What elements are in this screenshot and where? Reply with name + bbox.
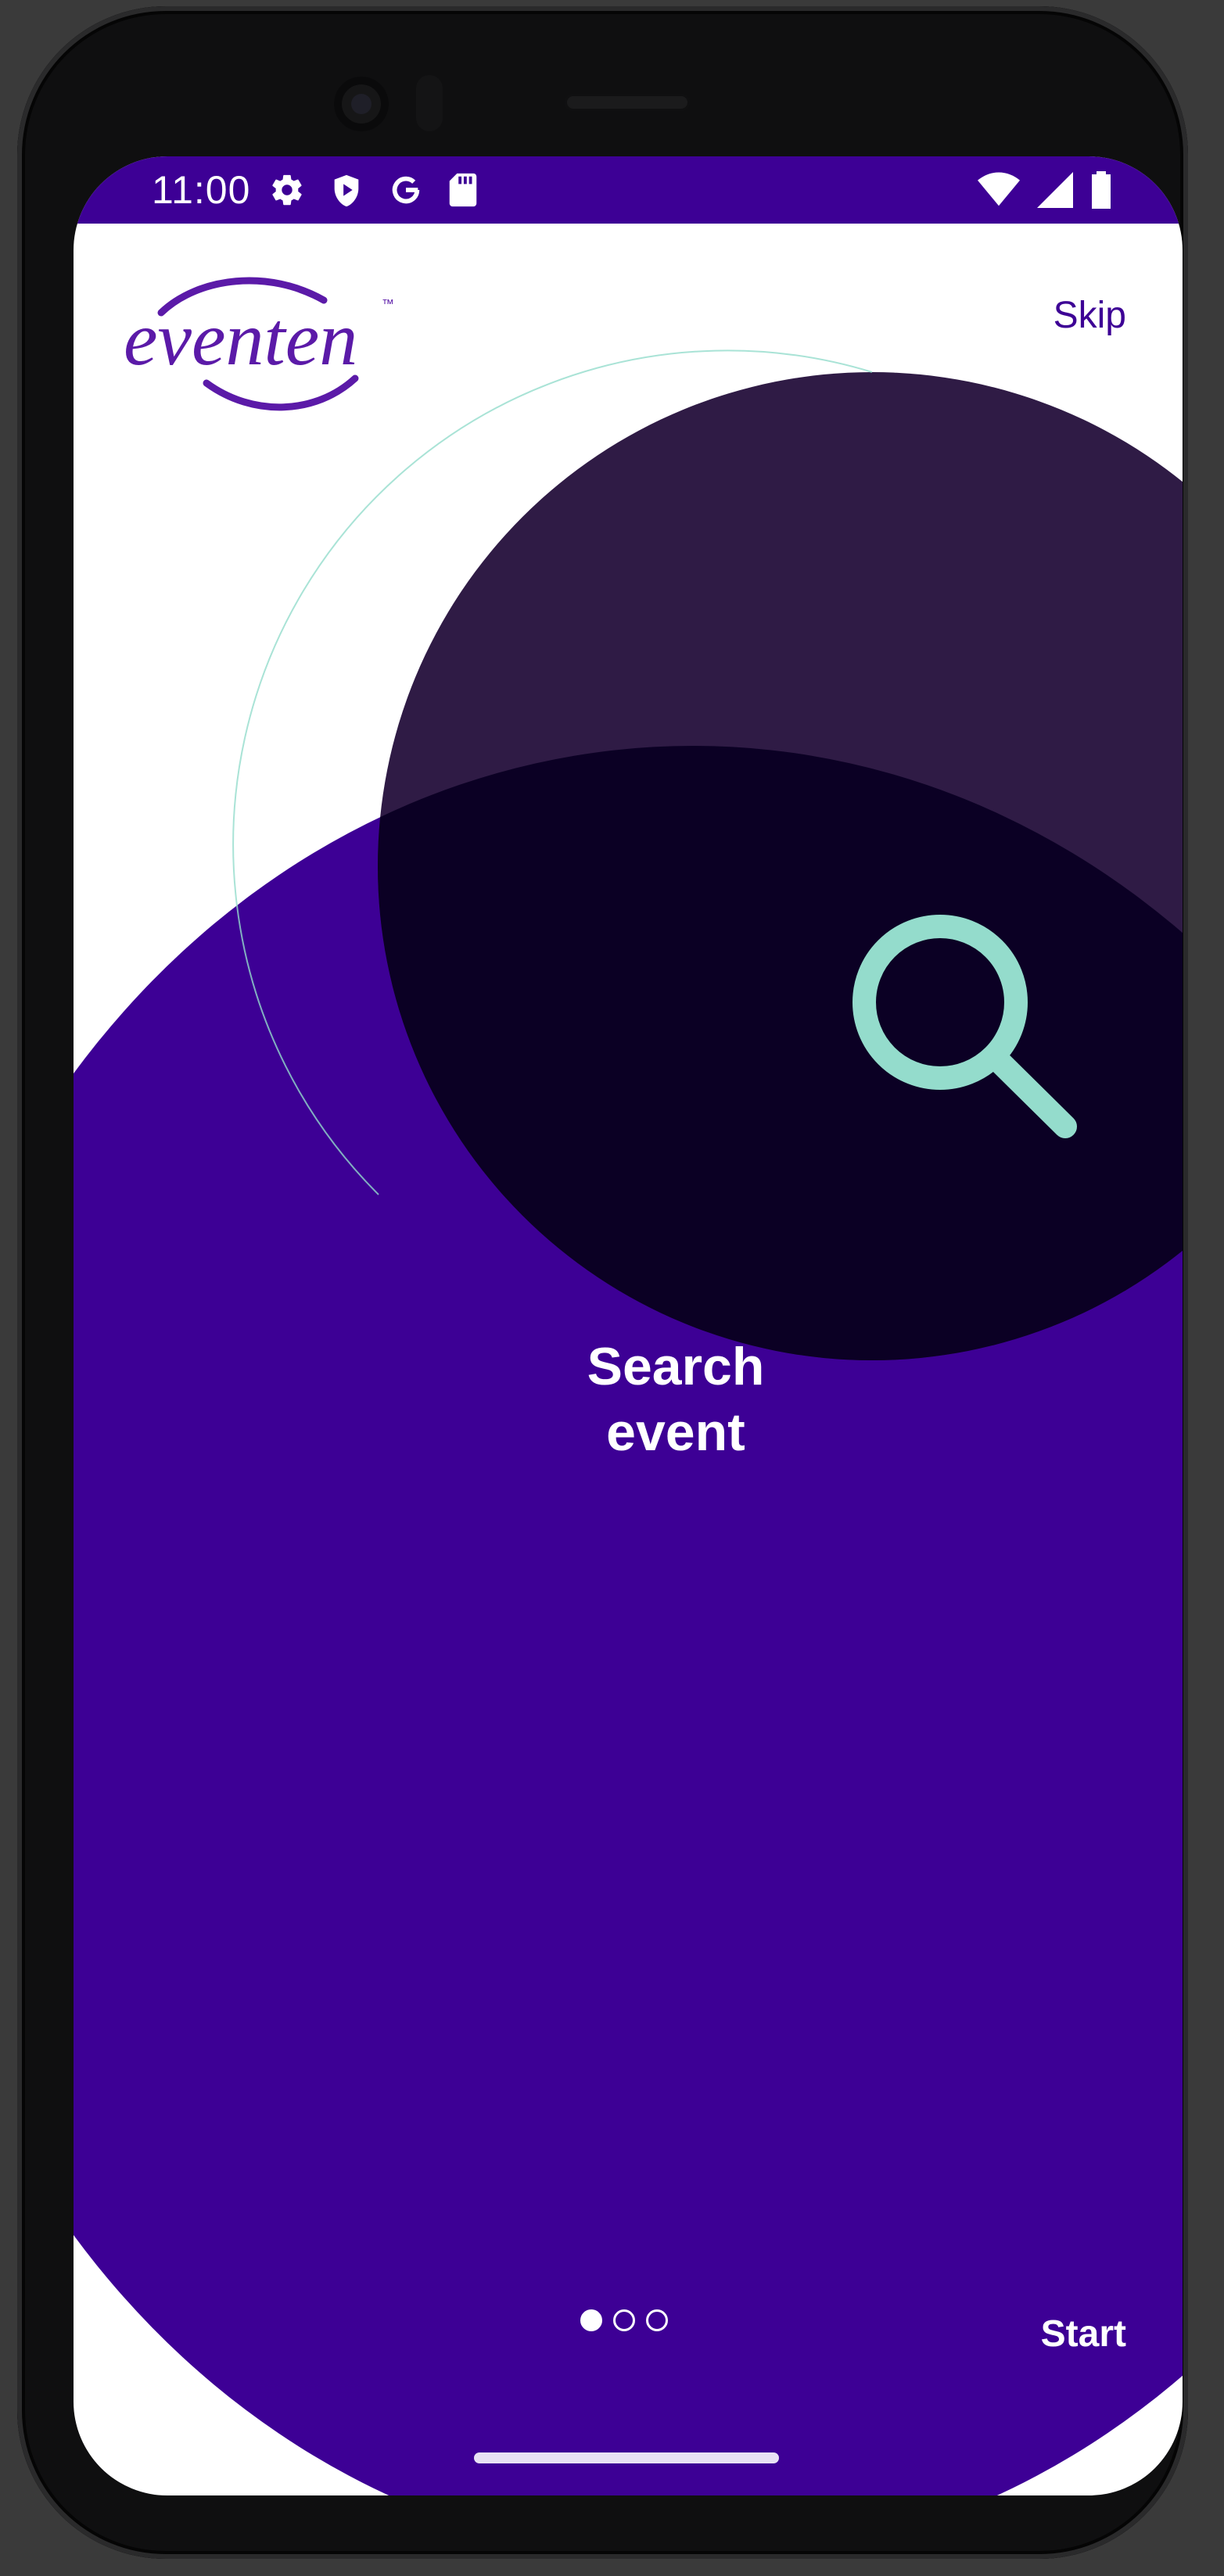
- wifi-icon: [978, 172, 1020, 208]
- eventen-logo: eventen ™: [124, 277, 394, 411]
- page-dot[interactable]: [613, 2309, 635, 2331]
- phone-frame: 11:00 eventen ™ Skip Search event Start: [17, 6, 1188, 2559]
- onboarding-screen: eventen ™ Skip Search event Start: [74, 224, 1183, 2495]
- page-indicator: [580, 2309, 668, 2331]
- status-icons-right: [978, 170, 1112, 210]
- slide-title-line: event: [606, 1403, 745, 1462]
- earpiece-speaker: [565, 94, 690, 111]
- front-camera: [334, 77, 389, 131]
- play-protect-icon: [328, 172, 364, 208]
- svg-text:eventen: eventen: [124, 297, 357, 382]
- cellular-signal-icon: [1037, 172, 1073, 208]
- svg-text:™: ™: [382, 298, 394, 311]
- skip-button[interactable]: Skip: [1054, 294, 1126, 337]
- status-time: 11:00: [152, 168, 251, 212]
- start-button[interactable]: Start: [1041, 2313, 1126, 2356]
- settings-icon: [269, 172, 305, 208]
- page-dot[interactable]: [646, 2309, 668, 2331]
- home-indicator[interactable]: [474, 2452, 779, 2463]
- page-dot-active[interactable]: [580, 2309, 602, 2331]
- google-icon: [388, 172, 424, 208]
- status-icons-left: [269, 172, 479, 208]
- screen: 11:00 eventen ™ Skip Search event Start: [74, 156, 1183, 2495]
- slide-title-line: Search: [587, 1337, 765, 1396]
- sd-card-icon: [447, 172, 479, 208]
- proximity-sensor: [416, 75, 443, 131]
- status-bar: 11:00: [74, 156, 1183, 224]
- battery-icon: [1090, 170, 1112, 210]
- slide-title: Search event: [511, 1334, 840, 1465]
